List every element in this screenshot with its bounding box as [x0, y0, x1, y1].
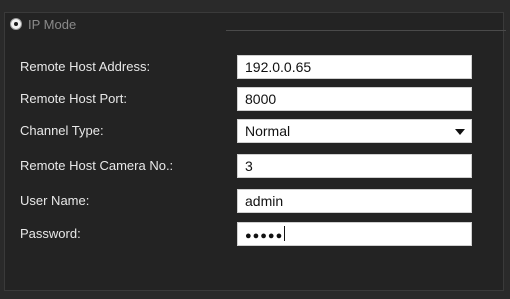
- ip-mode-header: IP Mode: [10, 14, 76, 34]
- remote-host-address-label: Remote Host Address:: [20, 59, 151, 74]
- header-divider: [226, 30, 506, 31]
- chevron-down-icon[interactable]: [455, 129, 465, 135]
- remote-host-address-input[interactable]: 192.0.0.65: [237, 55, 472, 79]
- camera-no-label: Remote Host Camera No.:: [20, 158, 174, 173]
- ip-mode-radio[interactable]: [10, 18, 22, 30]
- password-label: Password:: [20, 226, 81, 241]
- remote-host-port-label: Remote Host Port:: [20, 91, 127, 106]
- channel-type-label: Channel Type:: [20, 123, 104, 138]
- channel-type-value: Normal: [245, 123, 291, 139]
- password-value: ●●●●●: [245, 230, 284, 242]
- ip-mode-label: IP Mode: [28, 16, 77, 32]
- user-name-input[interactable]: admin: [237, 189, 472, 213]
- text-caret: [284, 226, 286, 241]
- password-input[interactable]: ●●●●●: [237, 222, 472, 246]
- user-name-label: User Name:: [20, 193, 90, 208]
- remote-host-port-input[interactable]: 8000: [237, 87, 472, 111]
- ip-mode-panel: [4, 12, 504, 291]
- camera-no-input[interactable]: 3: [237, 154, 472, 178]
- channel-type-select[interactable]: Normal: [237, 119, 472, 143]
